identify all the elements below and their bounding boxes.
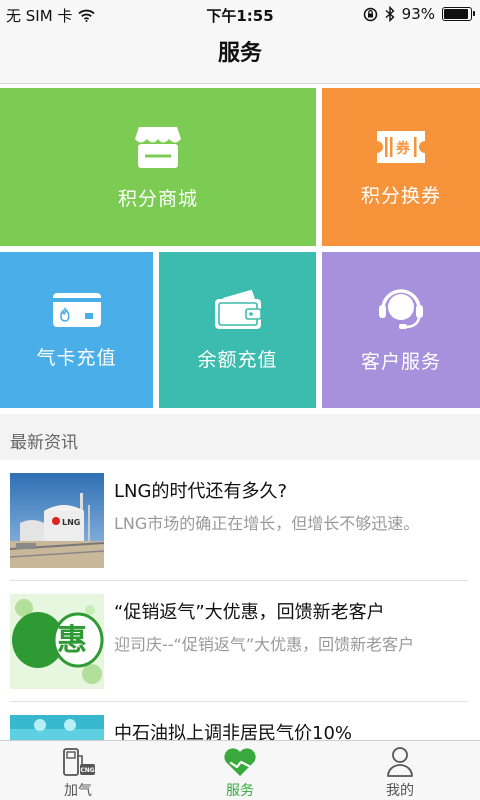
bluetooth-icon [385, 6, 395, 22]
headset-icon [379, 288, 423, 329]
tab-mine[interactable]: 我的 [350, 741, 450, 800]
news-image [10, 715, 104, 740]
user-icon [387, 747, 413, 777]
news-section-title: 最新资讯 [10, 433, 78, 453]
tile-gas-card-topup[interactable]: 气卡充值 [0, 252, 153, 408]
battery-icon [442, 7, 475, 21]
battery-fill [444, 9, 469, 19]
status-bar: 无 SIM 卡 下午1:55 93% [0, 0, 480, 28]
tile-customer-service[interactable]: 客户服务 [322, 252, 480, 408]
tile-balance-topup[interactable]: 余额充值 [159, 252, 316, 408]
service-grid: 积分商城 券 积分换券 气卡充值 余额充值 客户服务 [0, 84, 480, 414]
tab-service[interactable]: 服务 [190, 741, 290, 800]
store-icon [135, 126, 181, 168]
promotion-image: 优惠 [10, 594, 104, 689]
cng-badge-text: CNG [80, 767, 94, 774]
tile-balance-label: 余额充值 [197, 348, 278, 371]
news-section-header: 最新资讯 [0, 414, 480, 460]
lng-tank-text: LNG [62, 518, 80, 527]
tile-customer-service-label: 客户服务 [360, 350, 441, 373]
news-item[interactable]: 优惠 “促销返气”大优惠，回馈新老客户 迎司庆--“促销返气”大优惠，回馈新老客… [0, 581, 480, 702]
coupon-icon: 券 [377, 130, 425, 163]
news-title: “促销返气”大优惠，回馈新老客户 [114, 602, 385, 623]
lng-tank-photo: LNG [10, 473, 104, 568]
news-title: LNG的时代还有多久? [114, 481, 287, 502]
news-item[interactable]: 中石油拟上调非居民气价10% [0, 702, 480, 740]
page-title: 服务 [217, 41, 262, 66]
coupon-icon-text: 券 [396, 140, 411, 157]
status-right: 93% [363, 5, 475, 23]
tile-points-coupon[interactable]: 券 积分换券 [322, 88, 480, 246]
news-desc: LNG市场的确正在增长，但增长不够迅速。 [114, 514, 420, 533]
promotion-text: 优惠 [27, 623, 87, 658]
news-item[interactable]: LNG LNG的时代还有多久? LNG市场的确正在增长，但增长不够迅速。 [0, 460, 480, 581]
rotation-lock-icon [363, 7, 377, 21]
tab-refuel[interactable]: CNG 加气 [28, 741, 128, 800]
news-title: 中石油拟上调非居民气价10% [114, 723, 353, 740]
tab-bar: CNG 加气 服务 我的 [0, 740, 480, 800]
tab-service-label: 服务 [226, 783, 254, 799]
news-desc: 迎司庆--“促销返气”大优惠，回馈新老客户 [114, 635, 415, 654]
gas-card-icon [52, 292, 101, 327]
tile-points-coupon-label: 积分换券 [360, 184, 441, 207]
wallet-icon [214, 289, 262, 329]
tile-points-mall-label: 积分商城 [117, 187, 198, 210]
tab-refuel-label: 加气 [64, 783, 92, 799]
gas-pump-icon: CNG [63, 748, 95, 776]
tile-gas-card-label: 气卡充值 [36, 346, 117, 369]
tab-mine-label: 我的 [386, 783, 414, 799]
battery-percent: 93% [401, 5, 435, 23]
tile-points-mall[interactable]: 积分商城 [0, 88, 316, 246]
news-list[interactable]: LNG LNG的时代还有多久? LNG市场的确正在增长，但增长不够迅速。 优惠 [0, 460, 480, 740]
heart-hands-icon [224, 748, 256, 776]
nav-bar: 服务 [0, 28, 480, 84]
